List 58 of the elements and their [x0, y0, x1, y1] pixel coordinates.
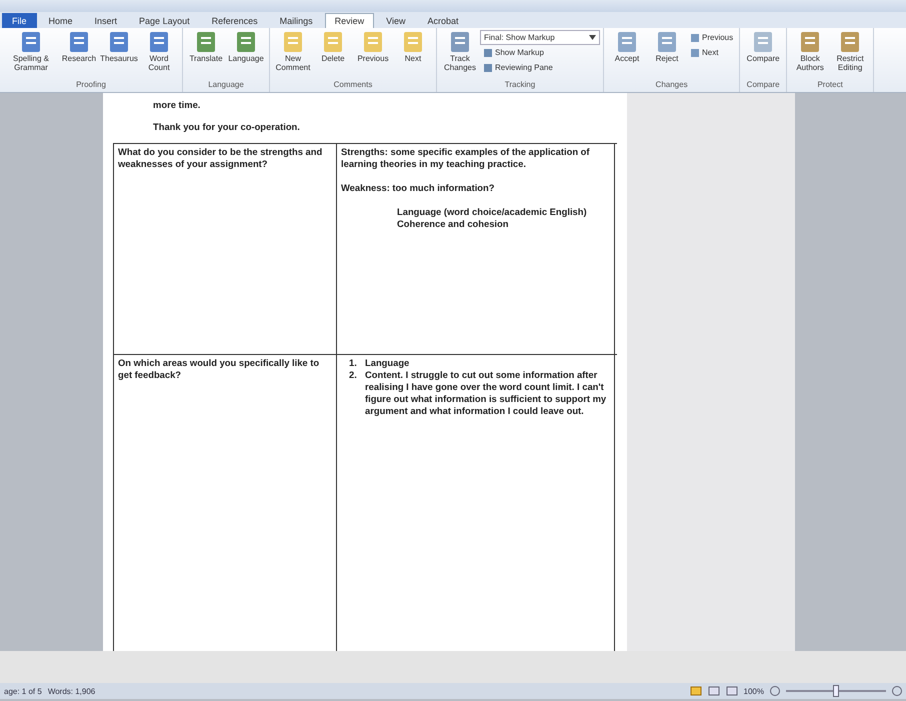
ribbon-button[interactable]: Next [393, 30, 433, 80]
ribbon-tab[interactable]: References [202, 13, 268, 28]
ribbon-button[interactable]: Show Markup [480, 45, 600, 60]
caret-icon [589, 35, 596, 40]
ribbon-button[interactable]: Translate [186, 30, 226, 80]
list-item: Language [365, 357, 410, 369]
zoom-out-icon[interactable] [770, 686, 780, 696]
word-count: Words: 1,906 [48, 686, 96, 696]
zoom-thumb[interactable] [833, 685, 839, 697]
group-label: Proofing [75, 80, 107, 91]
group-label: Tracking [504, 80, 536, 91]
table-cell: What do you consider to be the strengths and weaknesses of your assignment? [113, 144, 337, 354]
ribbon-tab[interactable]: Page Layout [129, 13, 200, 28]
ribbon-button[interactable]: Previous [353, 30, 393, 80]
ribbon-tab[interactable]: Review [324, 13, 374, 28]
ribbon-button[interactable]: Language [226, 30, 266, 80]
list-number: 1. [349, 357, 358, 369]
ribbon-tab[interactable]: Acrobat [418, 13, 469, 28]
list-item: Content. I struggle to cut out some information after realising I have gone over the word count limit. I can't figure out what information is sufficient to support my argument and what information I could leave out. [365, 369, 608, 417]
web-layout-icon[interactable] [708, 686, 720, 696]
zoom-level: 100% [744, 686, 764, 696]
list-number: 2. [349, 369, 358, 382]
markup-dropdown[interactable]: Final: Show Markup [480, 30, 600, 45]
ribbon-tab[interactable]: View [376, 13, 416, 28]
body-text: Thank you for your co-operation. [153, 121, 301, 133]
answer-text: Strengths: some specific examples of the application of learning theories in my teaching practice. [341, 146, 590, 170]
group-label: Comments [332, 80, 374, 91]
group-label: Compare [746, 80, 781, 91]
ribbon-button[interactable]: Accept [607, 30, 647, 80]
ribbon-tab[interactable]: Home [38, 13, 83, 28]
ribbon-button[interactable]: New Comment [273, 30, 313, 80]
ribbon-button[interactable]: Block Authors [790, 30, 830, 80]
group-label: Language [207, 80, 245, 91]
ribbon-button[interactable]: Word Count [139, 30, 179, 80]
draft-icon[interactable] [726, 686, 738, 696]
ribbon-button[interactable]: Delete [313, 30, 353, 80]
group-label: Changes [654, 80, 689, 91]
answer-text: Language (word choice/academic English) [397, 206, 588, 218]
group-label: Protect [816, 80, 844, 91]
ribbon-button[interactable]: Compare [743, 30, 784, 80]
answer-text: Coherence and cohesion [397, 218, 510, 230]
ribbon-tab[interactable]: Insert [84, 13, 128, 28]
ribbon-tab[interactable]: Mailings [270, 13, 323, 28]
body-text: more time. [153, 99, 202, 111]
print-layout-icon[interactable] [690, 686, 702, 696]
ribbon-tab[interactable]: File [2, 13, 37, 28]
ribbon-button[interactable]: Reviewing Pane [480, 60, 600, 75]
ribbon-button[interactable]: Spelling & Grammar [3, 30, 59, 80]
ribbon-button[interactable]: Next [687, 45, 736, 60]
ribbon-button[interactable]: Previous [687, 30, 736, 45]
ribbon-button[interactable]: Restrict Editing [830, 30, 870, 80]
ribbon-button[interactable]: Track Changes [440, 30, 480, 80]
ribbon-button[interactable]: Reject [647, 30, 687, 80]
ribbon-button[interactable]: Thesaurus [99, 30, 139, 80]
zoom-in-icon[interactable] [892, 686, 902, 696]
answer-text: Weakness: too much information? [341, 182, 496, 194]
ribbon-button[interactable]: Research [59, 30, 99, 80]
page-count: age: 1 of 5 [4, 686, 42, 696]
